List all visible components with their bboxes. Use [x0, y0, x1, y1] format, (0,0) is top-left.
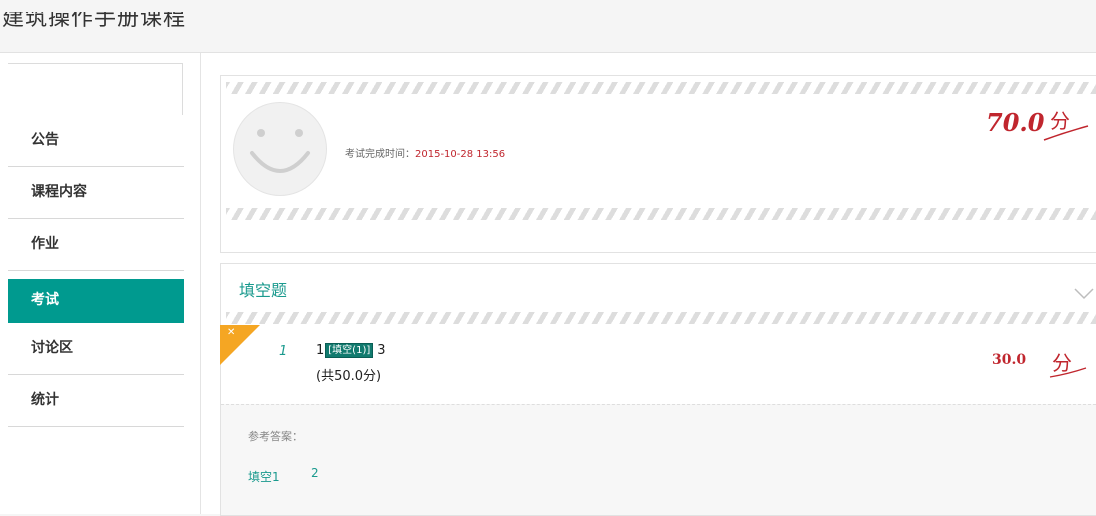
sidebar-item-statistics[interactable]: 统计: [8, 375, 184, 427]
score-unit-text: 分: [1050, 109, 1070, 133]
question-score-unit-mark: 分: [1048, 350, 1088, 384]
question-score-unit-text: 分: [1052, 351, 1072, 375]
decor-stripe-top: [226, 82, 1096, 94]
answer-area: [221, 404, 1096, 515]
sidebar-item-course-content[interactable]: 课程内容: [8, 167, 184, 219]
sidebar-item-exam[interactable]: 考试: [8, 279, 184, 323]
decor-stripe-bottom: [226, 208, 1096, 220]
finish-time: 考试完成时间：2015-10-28 13:56: [345, 149, 506, 160]
chevron-down-icon[interactable]: [1074, 285, 1094, 304]
total-score: 70.0: [986, 108, 1045, 137]
sidebar-item-announcements[interactable]: 公告: [8, 115, 184, 167]
smiley-avatar-icon: [233, 102, 327, 196]
question-text: 1 [填空(1)] 3: [316, 343, 386, 358]
result-card: [220, 75, 1096, 253]
question-points: (共50.0分): [316, 369, 382, 384]
reference-answer-label: 参考答案：: [248, 430, 303, 443]
score-unit-mark: 分: [1042, 106, 1090, 150]
sidebar-nav: 公告 课程内容 作业 考试 讨论区 统计: [8, 115, 184, 427]
incorrect-flag: [220, 325, 260, 365]
question-number: 1: [279, 344, 288, 359]
sidebar-item-homework[interactable]: 作业: [8, 219, 184, 271]
sidebar-item-discussion[interactable]: 讨论区: [8, 323, 184, 375]
course-title: 建筑操作手册课程: [2, 6, 187, 31]
cross-icon: ✕: [227, 327, 236, 338]
decor-stripe-question: [226, 312, 1096, 324]
blank-tag: [填空(1)]: [325, 343, 374, 358]
section-title: 填空题: [239, 281, 288, 300]
question-score: 30.0: [992, 352, 1027, 368]
blank-answer: 2: [311, 466, 319, 480]
blank-label: 填空1: [248, 470, 280, 484]
